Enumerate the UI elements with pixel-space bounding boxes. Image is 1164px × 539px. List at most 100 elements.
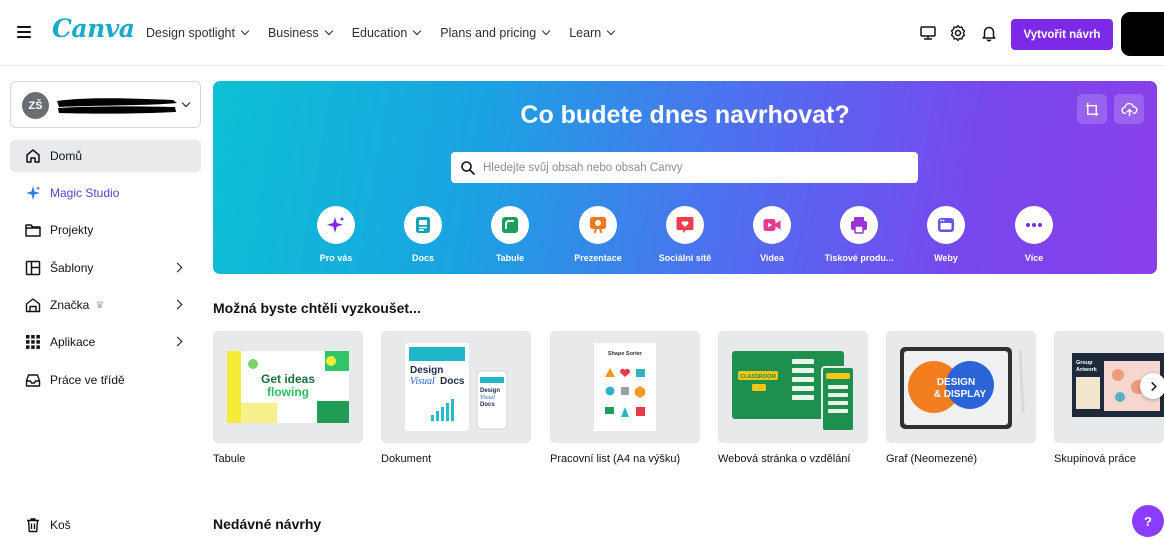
- svg-text:Get ideas: Get ideas: [261, 372, 315, 386]
- card-label: Graf (Neomezené): [886, 453, 978, 465]
- suggestion-card-document[interactable]: Design Visual Docs Design Visual Docs Do…: [381, 331, 531, 465]
- custom-size-icon: [1085, 102, 1098, 116]
- help-button[interactable]: ?: [1132, 505, 1164, 537]
- nav-design-spotlight[interactable]: Design spotlight: [146, 26, 250, 40]
- sidebar-item-label: Aplikace: [50, 335, 96, 349]
- sidebar-item-apps[interactable]: Aplikace: [10, 326, 201, 358]
- nav-label: Learn: [569, 26, 602, 40]
- presentation-icon: [590, 217, 606, 234]
- suggestion-card-graph[interactable]: DESIGN & DISPLAY Graf (Neomezené): [886, 331, 1036, 465]
- category-social-media[interactable]: Sociální sítě: [645, 206, 725, 263]
- svg-text:Visual: Visual: [480, 395, 495, 401]
- category-for-you[interactable]: Pro vás: [296, 206, 376, 263]
- category-websites[interactable]: Weby: [906, 206, 986, 263]
- nav-business[interactable]: Business: [268, 26, 333, 40]
- notification-bell-icon[interactable]: [980, 24, 998, 42]
- inbox-icon: [25, 374, 41, 387]
- svg-text:& DISPLAY: & DISPLAY: [934, 389, 987, 400]
- category-circle: [491, 206, 529, 244]
- chevron-down-icon: [324, 26, 333, 36]
- create-design-button[interactable]: Vytvořit návrh: [1011, 19, 1113, 50]
- suggestion-card-worksheet[interactable]: Shape Sorter Pracovní list (A4 na výšku): [550, 331, 700, 465]
- templates-icon: [25, 260, 41, 276]
- card-thumbnail: DESIGN & DISPLAY: [886, 331, 1036, 443]
- upload-button[interactable]: [1114, 94, 1144, 124]
- category-presentation[interactable]: Prezentace: [558, 206, 638, 263]
- hero-search-box[interactable]: [451, 152, 918, 183]
- category-label: Více: [1024, 253, 1044, 263]
- crown-icon: ♛: [95, 299, 105, 311]
- search-icon: [461, 160, 475, 175]
- search-input[interactable]: [483, 161, 903, 174]
- more-icon: [1026, 223, 1042, 227]
- sidebar-item-templates[interactable]: Šablony: [10, 252, 201, 284]
- category-circle: [1015, 206, 1053, 244]
- settings-gear-icon[interactable]: [949, 24, 967, 42]
- category-docs[interactable]: Docs: [383, 206, 463, 263]
- account-switcher[interactable]: ZŠ: [10, 81, 201, 128]
- sidebar-item-label: Projekty: [50, 223, 94, 237]
- nav-label: Plans and pricing: [440, 26, 537, 40]
- svg-text:Design: Design: [480, 388, 500, 394]
- svg-text:Docs: Docs: [480, 402, 495, 408]
- menu-icon[interactable]: [17, 26, 31, 38]
- desktop-app-icon[interactable]: [919, 24, 937, 42]
- sidebar-item-home[interactable]: Domů: [10, 140, 201, 172]
- category-label: Tiskové produ...: [824, 253, 894, 263]
- sidebar-item-projects[interactable]: Projekty: [10, 214, 201, 246]
- carousel-next-button[interactable]: [1140, 373, 1164, 399]
- sidebar-item-trash[interactable]: Koš: [10, 509, 201, 539]
- category-label: Videa: [760, 253, 784, 263]
- custom-size-button[interactable]: [1077, 94, 1107, 124]
- doc-icon: [416, 217, 430, 233]
- svg-text:Group: Group: [1076, 360, 1093, 366]
- nav-education[interactable]: Education: [352, 26, 422, 40]
- document-thumbnail-image: Design Visual Docs Design Visual Docs: [405, 343, 508, 431]
- card-thumbnail: CLASSROOM: [718, 331, 868, 443]
- education-website-thumbnail-image: CLASSROOM: [732, 351, 855, 432]
- trash-icon: [27, 518, 39, 533]
- canva-logo[interactable]: Canva: [52, 14, 135, 43]
- sidebar-item-label: Značka: [50, 298, 90, 312]
- category-whiteboard[interactable]: Tabule: [470, 206, 550, 263]
- category-circle: [317, 206, 355, 244]
- web-icon: [938, 218, 954, 232]
- card-label: Webová stránka o vzdělání: [718, 453, 851, 465]
- sidebar-item-brand[interactable]: Značka ♛: [10, 289, 201, 321]
- card-thumbnail: Design Visual Docs Design Visual Docs: [381, 331, 531, 443]
- category-label: Weby: [934, 253, 958, 263]
- nav-plans-pricing[interactable]: Plans and pricing: [440, 26, 551, 40]
- svg-text:Artwork: Artwork: [1076, 367, 1098, 373]
- category-videos[interactable]: Videa: [732, 206, 812, 263]
- whiteboard-thumbnail-image: Get ideas flowing: [227, 351, 349, 423]
- chevron-right-icon: [172, 299, 183, 310]
- category-label: Docs: [411, 253, 434, 263]
- sidebar-item-classwork[interactable]: Práce ve třídě: [10, 364, 201, 396]
- print-icon: [851, 217, 867, 234]
- category-print-products[interactable]: Tiskové produ...: [819, 206, 899, 263]
- chevron-down-icon: [413, 26, 422, 36]
- svg-text:Design: Design: [410, 365, 443, 376]
- suggestion-card-whiteboard[interactable]: Get ideas flowing Tabule: [213, 331, 363, 465]
- category-more[interactable]: Více: [994, 206, 1074, 263]
- worksheet-thumbnail-image: Shape Sorter: [594, 343, 656, 431]
- chevron-down-icon: [606, 26, 616, 36]
- user-avatar-redacted[interactable]: [1121, 12, 1164, 56]
- cloud-upload-icon: [1120, 102, 1137, 116]
- category-circle: [404, 206, 442, 244]
- nav-learn[interactable]: Learn: [569, 26, 616, 40]
- svg-text:Shape Sorter: Shape Sorter: [608, 351, 643, 357]
- chevron-down-icon: [240, 26, 250, 36]
- sidebar-item-magic-studio[interactable]: Magic Studio: [10, 177, 201, 209]
- card-thumbnail: Get ideas flowing: [213, 331, 363, 443]
- folder-icon: [25, 224, 41, 237]
- account-name-redacted: [57, 98, 177, 114]
- sidebar-item-label: Magic Studio: [50, 186, 120, 200]
- chevron-right-icon: [172, 336, 183, 347]
- sidebar-item-label: Koš: [50, 518, 71, 532]
- suggestion-card-education-website[interactable]: CLASSROOM Webová stránka o vzdělání: [718, 331, 868, 465]
- card-label: Tabule: [213, 453, 246, 465]
- chevron-right-icon: [172, 262, 183, 273]
- svg-text:CLASSROOM: CLASSROOM: [740, 374, 776, 380]
- category-circle: [840, 206, 878, 244]
